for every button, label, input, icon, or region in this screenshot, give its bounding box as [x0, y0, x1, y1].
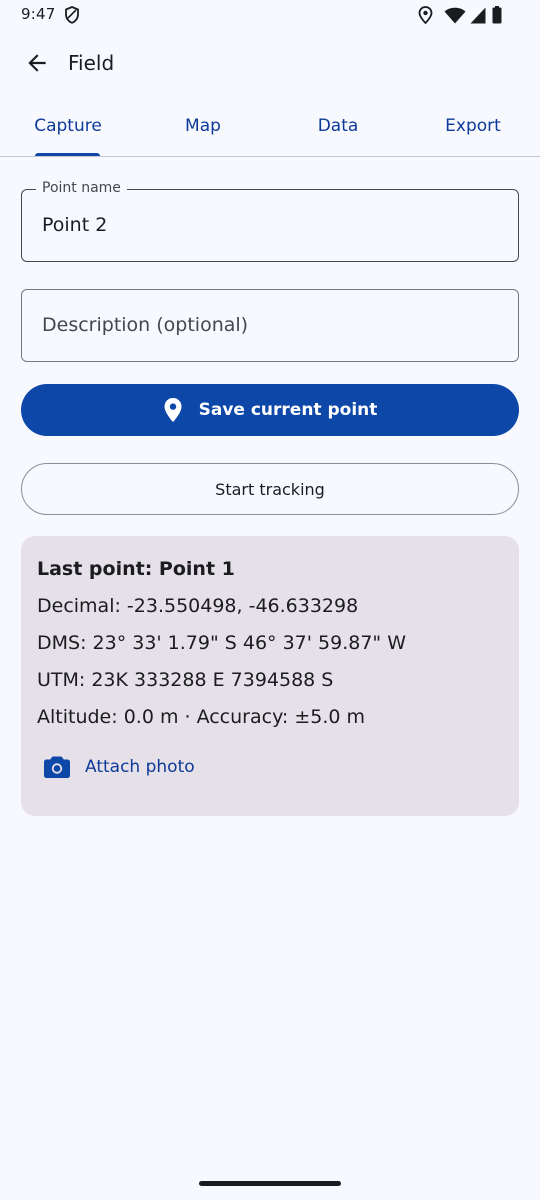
tab-capture[interactable]: Capture	[18, 97, 118, 155]
last-point-card: Last point: Point 1 Decimal: -23.550498,…	[21, 536, 519, 816]
point-name-value: Point 2	[42, 214, 108, 236]
last-point-title: Last point: Point 1	[37, 558, 235, 580]
description-field[interactable]: Description (optional)	[21, 289, 519, 362]
status-bar: 9:47	[0, 0, 540, 32]
app-bar: Field	[0, 32, 540, 96]
camera-icon	[43, 755, 71, 779]
location-pin-icon	[163, 397, 183, 423]
battery-icon	[492, 6, 502, 24]
dms-coordinates: DMS: 23° 33' 1.79" S 46° 37' 59.87" W	[37, 632, 406, 654]
save-current-point-label: Save current point	[198, 400, 378, 420]
back-button[interactable]	[14, 40, 60, 86]
altitude-accuracy: Altitude: 0.0 m · Accuracy: ±5.0 m	[37, 706, 366, 728]
save-current-point-button[interactable]: Save current point	[21, 384, 519, 436]
tab-bar: Capture Map Data Export	[0, 97, 540, 157]
home-indicator[interactable]	[199, 1181, 341, 1186]
attach-photo-label: Attach photo	[85, 757, 195, 777]
shield-icon	[65, 6, 79, 24]
tab-map[interactable]: Map	[153, 97, 253, 155]
page-title: Field	[68, 51, 115, 75]
divider	[0, 156, 540, 157]
attach-photo-button[interactable]: Attach photo	[43, 742, 195, 792]
description-placeholder: Description (optional)	[42, 314, 249, 336]
wifi-icon	[444, 7, 466, 24]
point-name-label: Point name	[36, 180, 127, 196]
start-tracking-label: Start tracking	[215, 479, 325, 499]
utm-coordinates: UTM: 23K 333288 E 7394588 S	[37, 669, 334, 691]
start-tracking-button[interactable]: Start tracking	[21, 463, 519, 515]
location-icon	[418, 6, 433, 24]
arrow-back-icon	[28, 54, 46, 72]
tab-export[interactable]: Export	[423, 97, 523, 155]
decimal-coordinates: Decimal: -23.550498, -46.633298	[37, 595, 359, 617]
signal-icon	[470, 7, 486, 24]
tab-data[interactable]: Data	[288, 97, 388, 155]
point-name-field[interactable]: Point name Point 2	[21, 180, 519, 262]
status-time: 9:47	[21, 5, 56, 23]
